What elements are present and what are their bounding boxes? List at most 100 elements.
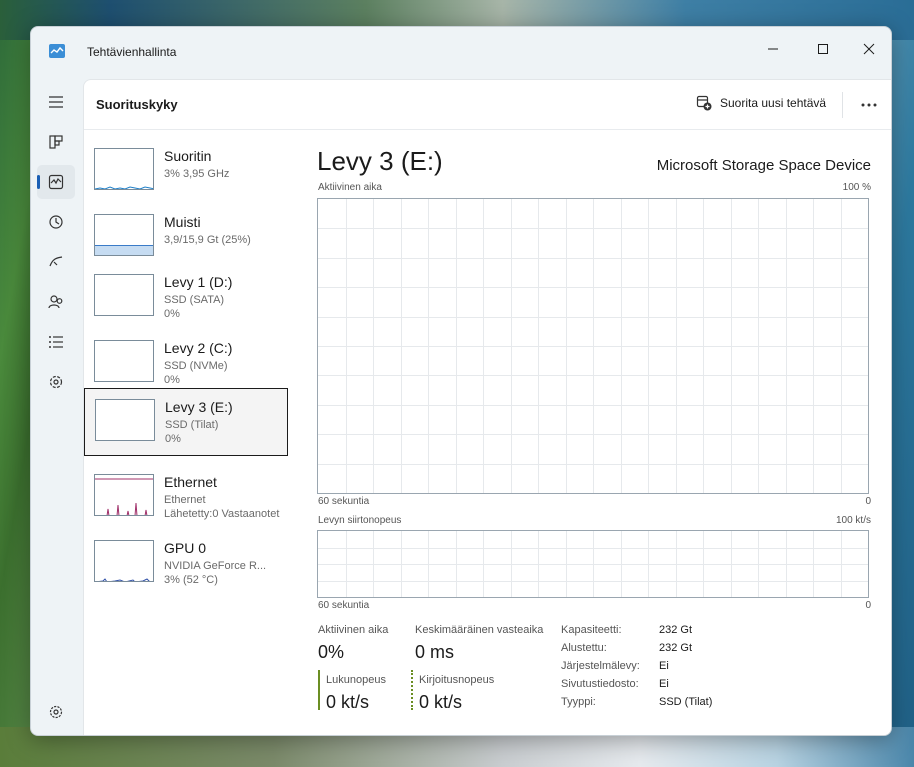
read-speed-label: Lukunopeus (326, 674, 386, 686)
transfer-rate-graph-timespan: 60 sekuntia (318, 600, 370, 611)
page-file-value: Ei (659, 678, 669, 690)
type-value: SSD (Tilat) (659, 696, 713, 708)
page-title: Suorituskyky (96, 97, 178, 112)
device-detail: 3% 3,95 GHz (164, 168, 230, 180)
grid-line (318, 405, 868, 406)
device-name: Muisti (164, 214, 201, 230)
ethernet-mini-graph (95, 478, 153, 515)
grid-line (318, 375, 868, 376)
nav-settings[interactable] (37, 695, 75, 729)
title-bar[interactable]: Tehtävienhallinta (31, 27, 891, 77)
gpu-thumbnail (94, 540, 154, 582)
device-detail: SSD (NVMe) (164, 360, 228, 372)
system-disk-value: Ei (659, 660, 669, 672)
nav-app-history[interactable] (37, 205, 75, 239)
header-divider (842, 92, 843, 118)
type-label: Tyyppi: (561, 696, 596, 708)
active-time-graph-timespan: 60 sekuntia (318, 496, 370, 507)
grid-line (318, 464, 868, 465)
disk-1-thumbnail (94, 274, 154, 316)
grid-line (318, 548, 868, 549)
run-task-label: Suorita uusi tehtävä (720, 96, 827, 110)
device-name: Suoritin (164, 148, 212, 164)
memory-fill (95, 245, 153, 255)
memory-thumbnail (94, 214, 154, 256)
formatted-label: Alustettu: (561, 642, 607, 654)
response-time-value: 0 ms (415, 642, 455, 662)
more-options-button[interactable] (854, 92, 884, 118)
startup-icon (49, 256, 63, 267)
active-time-graph-max: 100 % (842, 182, 871, 193)
grid-line (318, 581, 868, 582)
grid-line (318, 434, 868, 435)
disk-2-thumbnail (94, 340, 154, 382)
active-time-label: Aktiivinen aika (318, 624, 389, 636)
settings-icon (49, 705, 63, 719)
device-item-disk-1[interactable]: Levy 1 (D:) SSD (SATA) 0% (84, 264, 288, 332)
grid-line (318, 564, 868, 565)
page-header: Suorituskyky Suorita uusi tehtävä (84, 80, 891, 130)
task-manager-window: Tehtävienhallinta Suorituskyky Suorita u… (30, 26, 892, 736)
cpu-mini-graph (95, 186, 153, 189)
gpu-mini-graph (98, 578, 153, 581)
transfer-rate-graph-label: Levyn siirtonopeus (318, 515, 402, 526)
device-item-ethernet[interactable]: Ethernet Ethernet Lähetetty:0 Vastaanote… (84, 464, 288, 532)
side-navigation (31, 77, 81, 735)
transfer-rate-graph-max: 100 kt/s (835, 515, 871, 526)
system-disk-label: Järjestelmälevy: (561, 660, 640, 672)
device-item-memory[interactable]: Muisti 3,9/15,9 Gt (25%) (84, 204, 288, 272)
device-item-gpu[interactable]: GPU 0 NVIDIA GeForce R... 3% (52 °C) (84, 530, 288, 598)
device-name: Levy 3 (E:) (165, 399, 233, 415)
users-icon (48, 295, 63, 309)
services-icon (49, 375, 63, 389)
cpu-thumbnail (94, 148, 154, 190)
transfer-rate-graph (317, 530, 869, 598)
disk-title: Levy 3 (E:) (317, 146, 443, 176)
device-usage: 0% (165, 433, 181, 445)
response-time-label: Keskimääräinen vasteaika (415, 624, 544, 636)
grid-line (318, 317, 868, 318)
run-new-task-button[interactable]: Suorita uusi tehtävä (696, 95, 826, 111)
maximize-button[interactable] (801, 35, 845, 63)
task-manager-icon (49, 44, 65, 58)
read-speed-indicator (318, 670, 320, 710)
device-name: GPU 0 (164, 540, 207, 556)
device-usage: 3% (52 °C) (164, 574, 218, 586)
capacity-value: 232 Gt (659, 624, 693, 636)
grid-line (318, 346, 868, 347)
maximize-icon (818, 44, 828, 54)
disk-model: Microsoft Storage Space Device (656, 157, 871, 174)
content-pane: Suorituskyky Suorita uusi tehtävä Suorit… (83, 79, 891, 735)
minimize-button[interactable] (751, 35, 795, 63)
device-detail: SSD (SATA) (164, 294, 225, 306)
app-history-icon (49, 215, 63, 229)
nav-users[interactable] (37, 285, 75, 319)
nav-performance[interactable] (37, 165, 75, 199)
device-item-cpu[interactable]: Suoritin 3% 3,95 GHz (84, 138, 288, 206)
close-button[interactable] (847, 35, 891, 63)
processes-icon (49, 135, 63, 149)
app-title: Tehtävienhallinta (87, 45, 177, 59)
device-item-disk-3[interactable]: Levy 3 (E:) SSD (Tilat) 0% (84, 388, 288, 456)
page-file-label: Sivutustiedosto: (561, 678, 639, 690)
ethernet-thumbnail (94, 474, 154, 516)
run-task-icon (696, 95, 712, 111)
nav-startup[interactable] (37, 245, 75, 279)
device-name: Levy 1 (D:) (164, 274, 233, 290)
minimize-icon (768, 48, 778, 50)
nav-details[interactable] (37, 325, 75, 359)
device-usage: 0% (164, 374, 180, 386)
nav-menu-button[interactable] (37, 85, 75, 119)
device-detail: Ethernet (164, 494, 206, 506)
close-icon (863, 43, 875, 55)
device-detail: 3,9/15,9 Gt (25%) (164, 234, 251, 246)
write-speed-indicator (411, 670, 413, 710)
transfer-rate-graph-min: 0 (865, 600, 871, 611)
hamburger-icon (49, 96, 63, 108)
active-time-graph-min: 0 (865, 496, 871, 507)
write-speed-label: Kirjoitusnopeus (419, 674, 495, 686)
nav-processes[interactable] (37, 125, 75, 159)
formatted-value: 232 Gt (659, 642, 693, 654)
nav-services[interactable] (37, 365, 75, 399)
write-speed-value: 0 kt/s (419, 692, 463, 712)
